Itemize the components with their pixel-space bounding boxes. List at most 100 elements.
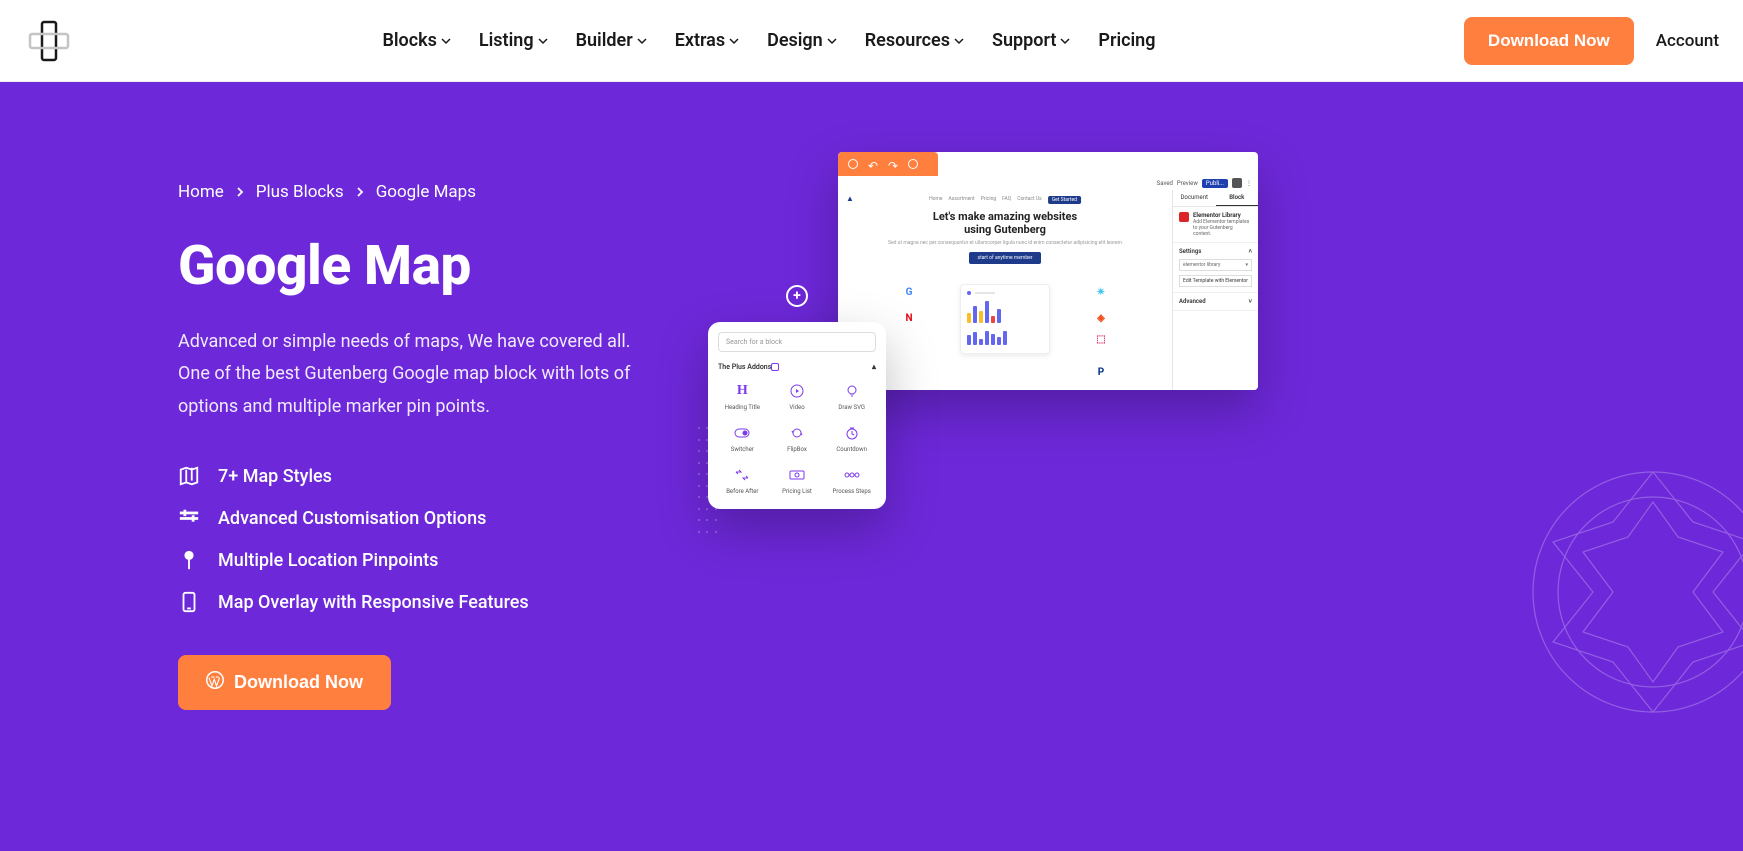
nav-resources[interactable]: Resources [865,30,964,51]
elementor-icon [1179,212,1189,222]
heading-icon: H [734,383,750,399]
chevron-down-icon [441,36,451,46]
block-countdown: Countdown [827,421,876,457]
mobile-icon [178,591,200,613]
sliders-icon [178,507,200,529]
lib-title: Elementor Library [1193,212,1252,219]
mock-nav: Home Assortment Pricing FAQ Contact Us G… [929,196,1081,204]
mock-body: ▲ Home Assortment Pricing FAQ Contact Us… [838,190,1258,390]
block-process-steps: Process Steps [827,463,876,499]
instagram-icon: ⬚ [1093,332,1109,348]
nav-extras[interactable]: Extras [675,30,739,51]
mock-cta: start of anytime member [969,252,1040,264]
nav-support[interactable]: Support [992,30,1070,51]
mock-content: ▲ Home Assortment Pricing FAQ Contact Us… [838,190,1172,390]
download-button[interactable]: Download Now [1464,17,1634,65]
mock-toolbar: ↶ ↷ [838,152,938,176]
block-panel-header: The Plus Addons ▴ [718,362,876,371]
tab-block: Block [1216,190,1259,206]
netflix-icon: N [901,311,917,327]
steps-icon [844,467,860,483]
mock-nav-item: FAQ [1002,196,1011,204]
feature-label: Advanced Customisation Options [218,508,486,529]
feature-pinpoints: Multiple Location Pinpoints [178,549,638,571]
nav-label: Design [767,30,823,51]
hero-download-button[interactable]: Download Now [178,655,391,710]
block-draw-svg: Draw SVG [827,379,876,415]
advanced-label: Advanced [1179,298,1206,305]
nav-pricing[interactable]: Pricing [1098,30,1155,51]
header-actions: Download Now Account [1464,17,1719,65]
nav-label: Builder [576,30,633,51]
settings-label: Settings [1179,248,1201,255]
mock-get-started: Get Started [1048,196,1081,204]
brand-grid: G ✴ N ◈ ⬚ P [848,284,1162,380]
slack-icon: ✴ [1093,284,1109,300]
lib-desc: Add Elementor templates to your Gutenber… [1193,219,1249,237]
feature-list: 7+ Map Styles Advanced Customisation Opt… [178,465,638,613]
logo[interactable] [24,16,74,66]
nav-builder[interactable]: Builder [576,30,647,51]
main-nav: Blocks Listing Builder Extras Design Res… [382,30,1155,51]
library-select: elementor library▾ [1179,259,1252,271]
mock-logo-icon: ▲ [846,194,854,203]
sidebar-settings: Settings ˄ elementor library▾ Edit Templa… [1173,243,1258,293]
chevron-right-icon [356,187,364,197]
breadcrumb-home[interactable]: Home [178,182,224,202]
pin-icon [178,549,200,571]
plus-circle-icon [848,159,858,169]
block-video: Video [773,379,822,415]
chevron-up-icon: ˄ [1248,248,1252,255]
feature-label: Multiple Location Pinpoints [218,550,438,571]
sidebar-advanced: Advanced ˅ [1173,293,1258,311]
feature-responsive: Map Overlay with Responsive Features [178,591,638,613]
timer-icon [844,425,860,441]
block-grid: HHeading Title Video Draw SVG Switcher F… [718,379,876,499]
chevron-down-icon [954,36,964,46]
toggle-icon [734,425,750,441]
more-icon: ⋮ [1246,180,1252,187]
account-link[interactable]: Account [1656,31,1719,51]
mock-nav-item: Home [929,196,942,204]
chevron-down-icon [1060,36,1070,46]
edit-template-button: Edit Template with Elementor [1179,275,1252,287]
breadcrumb: Home Plus Blocks Google Maps [178,182,638,202]
info-circle-icon [908,159,918,169]
hero-section: Home Plus Blocks Google Maps Google Map … [0,82,1743,851]
saved-label: Saved [1157,180,1173,187]
nav-label: Support [992,30,1056,51]
breadcrumb-plus-blocks[interactable]: Plus Blocks [256,182,344,202]
block-flipbox: FlipBox [773,421,822,457]
google-icon: G [901,284,917,300]
chevron-up-icon: ▴ [872,362,876,371]
chevron-down-icon [637,36,647,46]
tab-document: Document [1173,190,1216,206]
bulb-icon [844,383,860,399]
nav-design[interactable]: Design [767,30,837,51]
mock-nav-item: Contact Us [1017,196,1042,204]
cta-label: Download Now [234,672,363,693]
flip-icon [789,425,805,441]
editor-mockup: ↶ ↷ Saved Preview Publi... ⋮ ▲ Home [838,152,1258,390]
breadcrumb-current: Google Maps [376,182,476,202]
nav-blocks[interactable]: Blocks [382,30,450,51]
mock-nav-item: Assortment [949,196,975,204]
chevron-down-icon [729,36,739,46]
paypal-icon: P [1093,364,1109,380]
figma-icon: ◈ [1093,311,1109,327]
panel-header-icon [771,363,779,371]
nav-label: Pricing [1098,30,1155,51]
hero-preview: ↶ ↷ Saved Preview Publi... ⋮ ▲ Home [698,182,1565,710]
nav-listing[interactable]: Listing [479,30,548,51]
map-icon [178,465,200,487]
wordpress-icon [206,671,224,694]
feature-label: 7+ Map Styles [218,466,332,487]
block-before-after: Before After [718,463,767,499]
block-search-input: Search for a block [718,332,876,352]
chevron-down-icon: ˅ [1248,298,1252,305]
hero-content: Home Plus Blocks Google Maps Google Map … [178,182,638,710]
panel-header-label: The Plus Addons [718,363,771,371]
mock-nav-item: Pricing [981,196,996,204]
block-heading-title: HHeading Title [718,379,767,415]
sidebar-library: Elementor LibraryAdd Elementor templates… [1173,207,1258,243]
